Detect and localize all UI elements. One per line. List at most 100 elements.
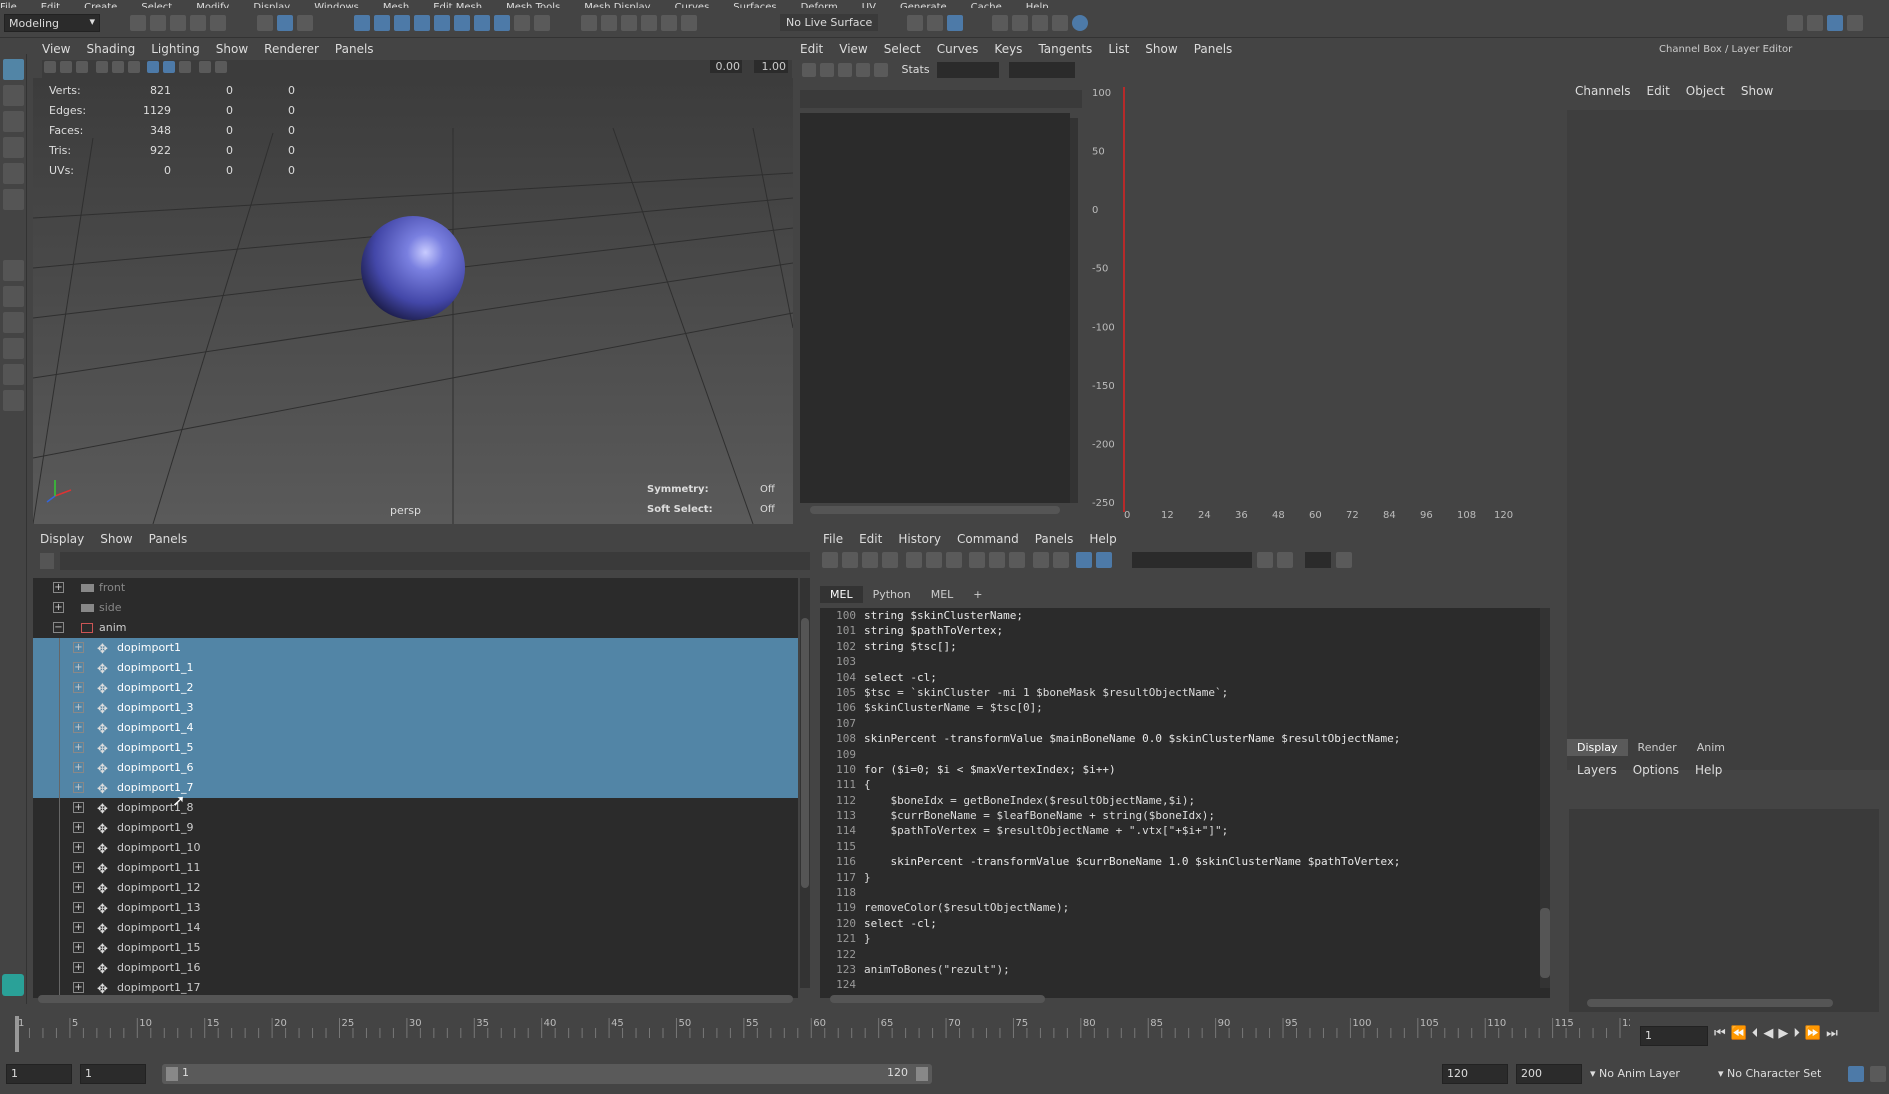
tool-settings-icon[interactable] — [1847, 15, 1863, 31]
menu-item-panels[interactable]: Panels — [149, 532, 188, 546]
expand-icon[interactable]: + — [73, 702, 84, 713]
menu-item-command[interactable]: Command — [957, 532, 1019, 546]
echo-icon[interactable] — [1032, 552, 1049, 568]
outliner-item-row[interactable]: + ✥ dopimport1_16 — [33, 958, 798, 978]
graph-view[interactable]: 100 50 0 -50 -100 -150 -200 -250 0 12 24 36 48 60 72 84… — [1088, 87, 1554, 521]
outliner-item-row[interactable]: + ✥ dopimport1_4 — [33, 718, 798, 738]
outliner-item-row[interactable]: + ✥ dopimport1_9 — [33, 818, 798, 838]
expand-icon[interactable]: + — [73, 982, 84, 993]
graph-outliner-hscroll[interactable] — [810, 506, 1060, 514]
menu-item-select[interactable]: Select — [884, 42, 921, 56]
time-slider[interactable]: 1 5 10 15 20 25 30 35 40 45 50 55 60 65 70 75 80 85 90 95 10… — [0, 1012, 1889, 1058]
select-object-icon[interactable] — [277, 15, 293, 31]
play-forward-icon[interactable]: ▶ — [1778, 1026, 1793, 1041]
film-gate-icon[interactable] — [111, 61, 124, 73]
outliner-item-row[interactable]: + ✥ dopimport1_2 — [33, 678, 798, 698]
step-forward-icon[interactable]: ⏵ — [1793, 1026, 1805, 1041]
light-editor-icon[interactable] — [1072, 15, 1088, 31]
persp-graph-icon[interactable] — [3, 338, 24, 359]
graph-outliner-scrollbar[interactable] — [1070, 118, 1078, 503]
bookmark-icon[interactable] — [60, 61, 72, 73]
execute-all-icon[interactable] — [1076, 552, 1092, 568]
expand-icon[interactable]: + — [53, 602, 64, 613]
filter-icon[interactable] — [40, 553, 54, 569]
snap-surface-icon[interactable] — [414, 15, 430, 31]
menu-item-show[interactable]: Show — [100, 532, 132, 546]
auto-key-icon[interactable] — [1848, 1066, 1864, 1082]
show-input-icon[interactable] — [989, 552, 1005, 568]
redo-icon[interactable] — [210, 15, 226, 31]
expand-icon[interactable]: + — [73, 822, 84, 833]
wireframe-icon[interactable] — [147, 61, 159, 73]
outliner-hscroll[interactable] — [38, 995, 793, 1003]
smooth-shade-icon[interactable] — [163, 61, 175, 73]
side-by-side-icon[interactable] — [3, 312, 24, 333]
anim-layer-dropdown[interactable]: ▾ No Anim Layer — [1590, 1064, 1724, 1084]
preferences-icon[interactable] — [1870, 1066, 1886, 1082]
outliner-item-row[interactable]: + ✥ dopimport1_3 — [33, 698, 798, 718]
select-tool-icon[interactable] — [3, 59, 24, 80]
outliner-group-row[interactable]: − anim — [33, 618, 798, 638]
menu-item-panels[interactable]: Panels — [1194, 42, 1233, 56]
channel-box-area[interactable] — [1567, 110, 1889, 770]
open-script-icon[interactable] — [822, 552, 838, 568]
playback-start-field[interactable]: 1 — [80, 1064, 146, 1084]
go-start-icon[interactable]: ⏮ — [1714, 1026, 1731, 1041]
lasso-icon[interactable] — [641, 15, 657, 31]
expand-icon[interactable]: + — [73, 762, 84, 773]
menu-item-file[interactable]: File — [823, 532, 843, 546]
resolution-gate-icon[interactable] — [127, 61, 140, 73]
outliner-camera-row[interactable]: + front — [33, 578, 798, 598]
snap-point-icon[interactable] — [394, 15, 410, 31]
single-pane-icon[interactable] — [3, 260, 24, 281]
loop-icon[interactable] — [661, 15, 677, 31]
stats-field-2[interactable] — [1008, 62, 1075, 78]
snap-view-icon[interactable] — [434, 15, 450, 31]
outliner-item-row[interactable]: + ✥ dopimport1_15 — [33, 938, 798, 958]
ring-icon[interactable] — [681, 15, 697, 31]
expand-icon[interactable]: + — [73, 942, 84, 953]
lattice-icon[interactable] — [838, 63, 852, 77]
expand-icon[interactable]: + — [73, 962, 84, 973]
menu-item-edit[interactable]: Edit — [1647, 84, 1670, 98]
lights-icon[interactable] — [198, 61, 211, 73]
render-view-icon[interactable] — [992, 15, 1008, 31]
menu-item-object[interactable]: Object — [1686, 84, 1725, 98]
select-hierarchy-icon[interactable] — [257, 15, 273, 31]
render-frame-icon[interactable] — [927, 15, 943, 31]
menu-item-help[interactable]: Help — [1695, 763, 1722, 777]
paint-select-icon[interactable] — [3, 111, 24, 132]
channel-box-icon[interactable] — [1827, 15, 1843, 31]
layer-tab[interactable]: Anim — [1687, 739, 1735, 756]
outliner-item-row[interactable]: + ✥ dopimport1_1 — [33, 658, 798, 678]
go-end-icon[interactable]: ⏭ — [1826, 1026, 1843, 1041]
menu-item-layers[interactable]: Layers — [1577, 763, 1617, 777]
construction-history-icon[interactable] — [621, 15, 637, 31]
render-setup-icon[interactable] — [1052, 15, 1068, 31]
scale-tool-icon[interactable] — [3, 189, 24, 210]
menu-item-shading[interactable]: Shading — [86, 42, 135, 56]
script-scrollbar[interactable] — [1540, 608, 1550, 988]
grid-icon[interactable] — [95, 61, 108, 73]
image-plane-icon[interactable] — [76, 61, 88, 73]
textured-icon[interactable] — [179, 61, 191, 73]
layer-tab[interactable]: Render — [1628, 739, 1687, 756]
outliner-item-row[interactable]: + ✥ dopimport1_8 — [33, 798, 798, 818]
menu-item-renderer[interactable]: Renderer — [264, 42, 319, 56]
outliner-list[interactable]: + front + side − anim + ✥ dopimport1 + ✥ dopimport1… — [33, 578, 798, 998]
menu-item-help[interactable]: Help — [1089, 532, 1116, 546]
search-field[interactable] — [1131, 552, 1252, 568]
menu-item-channels[interactable]: Channels — [1575, 84, 1631, 98]
outliner-item-row[interactable]: + ✥ dopimport1_12 — [33, 878, 798, 898]
menu-item-options[interactable]: Options — [1633, 763, 1679, 777]
camera-icon[interactable] — [44, 61, 56, 73]
outliner-item-row[interactable]: + ✥ dopimport1_7 — [33, 778, 798, 798]
goto-line-icon[interactable] — [1336, 552, 1352, 568]
menu-item-keys[interactable]: Keys — [994, 42, 1022, 56]
step-back-key-icon[interactable]: ⏪ — [1731, 1026, 1752, 1041]
construction-icon[interactable] — [494, 15, 510, 31]
expand-icon[interactable]: + — [73, 782, 84, 793]
save-scene-icon[interactable] — [170, 15, 186, 31]
expand-icon[interactable]: + — [73, 682, 84, 693]
outliner-scrollbar[interactable] — [800, 578, 810, 988]
